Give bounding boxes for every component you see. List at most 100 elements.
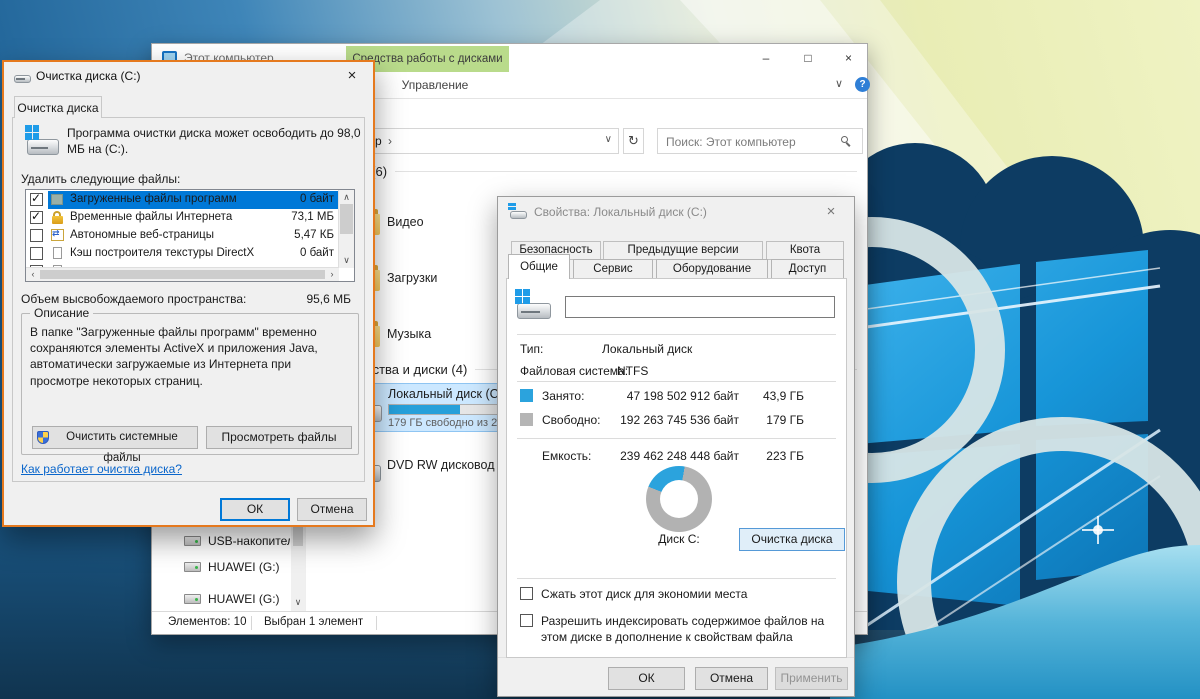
index-checkbox[interactable]	[520, 614, 533, 627]
view-files-button[interactable]: Просмотреть файлы	[206, 426, 352, 449]
status-selected-count: Выбран 1 элемент	[264, 616, 363, 628]
minimize-button[interactable]: –	[745, 44, 787, 72]
search-icon[interactable]	[841, 136, 853, 148]
description-text: В папке "Загруженные файлы программ" вре…	[30, 324, 352, 389]
tab-disk-cleanup[interactable]: Очистка диска	[14, 96, 102, 118]
chevron-down-icon[interactable]: ∨	[835, 77, 843, 90]
usb-drive-icon	[184, 536, 201, 546]
close-button[interactable]: ×	[829, 44, 868, 72]
scroll-down-icon[interactable]: ∨	[339, 254, 354, 267]
clean-system-files-button[interactable]: Очистить системные файлы	[32, 426, 198, 449]
close-button[interactable]: ×	[818, 201, 844, 223]
tab-hardware[interactable]: Оборудование	[656, 259, 768, 279]
cleanup-file-list[interactable]: ✓ Загруженные файлы программ 0 байт ✓ Вр…	[25, 189, 355, 282]
free-space-swatch	[520, 413, 533, 426]
checkbox-unchecked[interactable]	[30, 247, 43, 260]
downloaded-program-files-icon	[50, 192, 65, 207]
file-icon	[50, 246, 65, 261]
list-item[interactable]: ✓ Загруженные файлы программ 0 байт	[26, 191, 339, 209]
desktop: Этот компьютер Средства работы с дисками…	[0, 0, 1200, 699]
list-item[interactable]: ✓ Временные файлы Интернета 73,1 МБ	[26, 209, 339, 227]
drive-icon	[184, 562, 201, 572]
ok-button[interactable]: ОК	[220, 498, 290, 521]
disk-cleanup-dialog: Очистка диска (C:) × Очистка диска Прогр…	[2, 60, 375, 527]
drive-icon	[184, 594, 201, 604]
volume-label-input[interactable]	[565, 296, 835, 318]
scroll-up-icon[interactable]: ∧	[339, 191, 354, 204]
groupbox-label: Описание	[30, 306, 93, 320]
tab-sharing[interactable]: Доступ	[771, 259, 844, 279]
capacity-bytes: 239 462 248 448 байт	[620, 449, 739, 463]
divider	[517, 438, 836, 439]
list-item[interactable]: ⇄ Автономные веб-страницы 5,47 КБ	[26, 227, 339, 245]
system-drive-icon	[27, 127, 59, 155]
divider	[376, 616, 377, 630]
cancel-button[interactable]: Отмена	[695, 667, 768, 690]
compress-checkbox[interactable]	[520, 587, 533, 600]
disk-cleanup-button[interactable]: Очистка диска	[739, 528, 845, 551]
divider	[251, 616, 252, 630]
divider	[517, 578, 836, 579]
used-space-swatch	[520, 389, 533, 402]
free-size: 179 ГБ	[766, 413, 804, 427]
dialog-title: Очистка диска (C:)	[36, 69, 141, 83]
apply-button[interactable]: Применить	[775, 667, 848, 690]
scroll-right-icon[interactable]: ›	[327, 268, 337, 280]
scrollbar-thumb[interactable]	[40, 270, 325, 279]
refresh-button[interactable]: ↻	[623, 128, 644, 154]
system-drive-icon	[510, 205, 527, 219]
file-system-value: NTFS	[617, 364, 648, 378]
ok-button[interactable]: ОК	[608, 667, 685, 690]
capacity-size: 223 ГБ	[766, 449, 804, 463]
list-vscrollbar[interactable]: ∧ ∨	[338, 190, 354, 268]
breadcrumb-chevron-icon[interactable]: ›	[388, 134, 392, 148]
space-gain-value: 95,6 МБ	[306, 292, 351, 306]
free-bytes: 192 263 745 536 байт	[620, 413, 739, 427]
cancel-button[interactable]: Отмена	[297, 498, 367, 521]
checkbox-unchecked[interactable]	[30, 229, 43, 242]
disk-usage-donut-chart	[646, 466, 712, 532]
scrollbar-thumb[interactable]	[340, 204, 353, 234]
help-link[interactable]: Как работает очистка диска?	[21, 462, 182, 476]
nav-item-huawei-1[interactable]: HUAWEI (G:)	[182, 558, 292, 578]
description-groupbox: Описание В папке "Загруженные файлы прог…	[21, 313, 359, 455]
scroll-down-icon[interactable]: ∨	[291, 596, 305, 609]
status-items-count: Элементов: 10	[168, 616, 246, 628]
checkbox-checked[interactable]: ✓	[30, 193, 43, 206]
cleanup-intro-text: Программа очистки диска может освободить…	[67, 126, 367, 157]
disk-caption: Диск C:	[637, 532, 721, 546]
system-drive-icon	[517, 291, 551, 319]
tab-tools[interactable]: Сервис	[573, 259, 653, 279]
divider	[517, 334, 836, 335]
close-button[interactable]: ×	[339, 65, 365, 87]
drive-type-value: Локальный диск	[602, 342, 692, 356]
search-box[interactable]	[657, 128, 863, 154]
maximize-button[interactable]: □	[787, 44, 829, 72]
search-input[interactable]	[664, 132, 836, 152]
used-bytes: 47 198 502 912 байт	[627, 389, 739, 403]
general-tab-page: Тип: Локальный диск Файловая система: NT…	[506, 278, 847, 658]
tab-previous-versions[interactable]: Предыдущие версии	[603, 241, 763, 260]
checkbox-checked[interactable]: ✓	[30, 211, 43, 224]
tab-manage[interactable]: Управление	[401, 72, 469, 98]
list-item[interactable]: Кэш построителя текстуры DirectX 0 байт	[26, 245, 339, 263]
tab-quota[interactable]: Квота	[766, 241, 844, 260]
refresh-icon: ↻	[628, 133, 639, 148]
uac-shield-icon	[37, 431, 49, 444]
tab-general[interactable]: Общие	[508, 254, 570, 279]
disk-properties-dialog: Свойства: Локальный диск (C:) × Безопасн…	[497, 196, 855, 697]
lock-icon	[50, 210, 65, 225]
divider	[517, 381, 836, 382]
address-dropdown-icon[interactable]: ∨	[605, 134, 612, 145]
dialog-title: Свойства: Локальный диск (C:)	[534, 205, 707, 219]
help-icon[interactable]: ?	[855, 77, 870, 92]
list-hscrollbar[interactable]: ‹ ›	[26, 267, 339, 281]
delete-files-label: Удалить следующие файлы:	[21, 172, 180, 186]
offline-webpages-icon: ⇄	[50, 228, 65, 243]
nav-item-huawei-2[interactable]: HUAWEI (G:)	[182, 590, 292, 610]
disk-cleanup-icon	[14, 69, 31, 83]
group-header-folders[interactable]: Папки (6)	[331, 164, 857, 179]
nav-item-usb[interactable]: USB-накопитель	[182, 532, 292, 552]
space-gain-label: Объем высвобождаемого пространства:	[21, 292, 246, 306]
scroll-left-icon[interactable]: ‹	[28, 268, 38, 280]
